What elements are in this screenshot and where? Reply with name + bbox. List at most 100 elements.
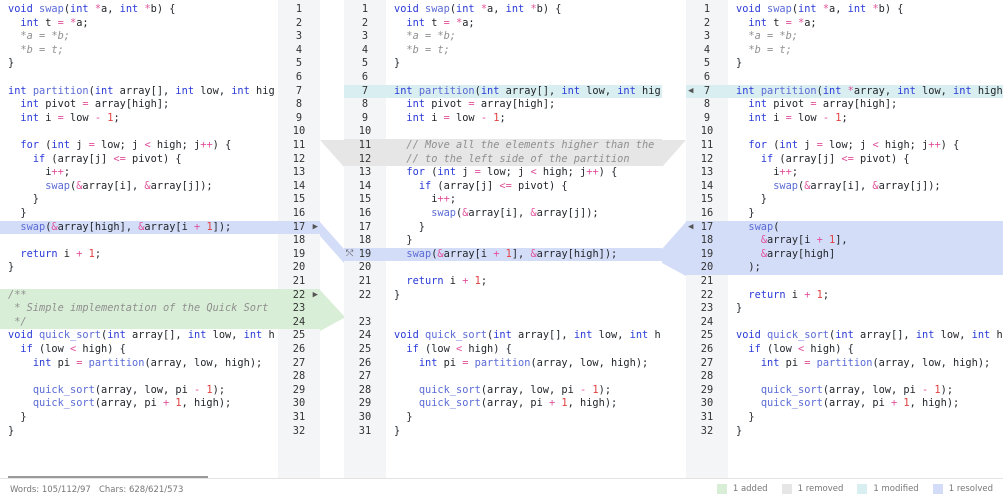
apply-left-arrow-icon[interactable]: ▶ bbox=[313, 290, 318, 300]
right-code-line[interactable]: return i + 1; bbox=[728, 289, 1003, 303]
left-code-line[interactable]: return i + 1; bbox=[0, 248, 278, 262]
left-editor-pane[interactable]: void swap(int *a, int *b) { int t = *a; … bbox=[0, 0, 278, 478]
resolve-conflict-icon[interactable]: ⤲ bbox=[346, 249, 353, 259]
right-code-line[interactable]: void quick_sort(int array[], int low, in… bbox=[728, 329, 1003, 343]
right-code-line[interactable]: } bbox=[728, 425, 1003, 439]
middle-code-line[interactable]: void quick_sort(int array[], int low, in… bbox=[386, 329, 662, 343]
left-code-line[interactable]: if (low < high) { bbox=[0, 343, 278, 357]
middle-code-line[interactable]: } bbox=[386, 289, 662, 303]
right-code-line[interactable] bbox=[728, 125, 1003, 139]
right-code-line[interactable]: ); bbox=[728, 261, 1003, 275]
right-code-line[interactable] bbox=[728, 316, 1003, 330]
middle-code-line[interactable]: // Move all the elements higher than the bbox=[386, 139, 662, 153]
left-code-line[interactable]: swap(&array[i], &array[j]); bbox=[0, 180, 278, 194]
left-code-line[interactable]: int partition(int array[], int low, int … bbox=[0, 85, 278, 99]
middle-code-line[interactable]: void swap(int *a, int *b) { bbox=[386, 3, 662, 17]
middle-code-line[interactable]: int i = low - 1; bbox=[386, 112, 662, 126]
left-code-line[interactable]: } bbox=[0, 411, 278, 425]
right-code-line[interactable]: } bbox=[728, 411, 1003, 425]
right-code-line[interactable] bbox=[728, 370, 1003, 384]
middle-code-line[interactable] bbox=[386, 125, 662, 139]
middle-code-line[interactable]: } bbox=[386, 57, 662, 71]
right-code-line[interactable]: } bbox=[728, 207, 1003, 221]
right-code-line[interactable]: int pi = partition(array, low, high); bbox=[728, 357, 1003, 371]
middle-code-line[interactable] bbox=[386, 71, 662, 85]
right-editor-pane[interactable]: void swap(int *a, int *b) { int t = *a; … bbox=[728, 0, 1003, 478]
left-code-line[interactable]: *a = *b; bbox=[0, 30, 278, 44]
apply-left-arrow-icon[interactable]: ▶ bbox=[313, 222, 318, 232]
left-code-line[interactable]: if (array[j] <= pivot) { bbox=[0, 153, 278, 167]
right-code-line[interactable]: int partition(int *array, int low, int h… bbox=[728, 84, 1003, 99]
left-code-line[interactable]: for (int j = low; j < high; j++) { bbox=[0, 139, 278, 153]
left-code-line[interactable] bbox=[0, 275, 278, 289]
middle-code-line[interactable]: quick_sort(array, low, pi - 1); bbox=[386, 384, 662, 398]
right-code-line[interactable]: } bbox=[728, 302, 1003, 316]
middle-code-line[interactable]: } bbox=[386, 425, 662, 439]
left-code-line[interactable]: void quick_sort(int array[], int low, in… bbox=[0, 329, 278, 343]
right-code-line[interactable]: int i = low - 1; bbox=[728, 112, 1003, 126]
right-code-line[interactable]: for (int j = low; j < high; j++) { bbox=[728, 139, 1003, 153]
right-code-line[interactable]: } bbox=[728, 193, 1003, 207]
left-code-line[interactable] bbox=[0, 71, 278, 85]
right-code-line[interactable] bbox=[728, 275, 1003, 289]
middle-code-line[interactable] bbox=[386, 370, 662, 384]
middle-code-line[interactable]: return i + 1; bbox=[386, 275, 662, 289]
right-code-line[interactable]: swap( bbox=[728, 220, 1003, 235]
right-code-line[interactable]: int t = *a; bbox=[728, 17, 1003, 31]
left-code-line[interactable]: int pivot = array[high]; bbox=[0, 98, 278, 112]
left-code-line[interactable]: * Simple implementation of the Quick Sor… bbox=[0, 302, 278, 316]
apply-right-arrow-icon[interactable]: ◀ bbox=[688, 86, 693, 96]
left-code-line[interactable] bbox=[0, 370, 278, 384]
right-code-line[interactable]: quick_sort(array, low, pi - 1); bbox=[728, 384, 1003, 398]
left-code-line[interactable]: } bbox=[0, 425, 278, 439]
middle-code-line[interactable]: int partition(int array[], int low, int … bbox=[386, 84, 662, 99]
right-code-line[interactable]: int pivot = array[high]; bbox=[728, 98, 1003, 112]
middle-editor-pane[interactable]: void swap(int *a, int *b) { int t = *a; … bbox=[386, 0, 662, 478]
middle-code-line[interactable]: quick_sort(array, pi + 1, high); bbox=[386, 397, 662, 411]
middle-code-line[interactable]: int pivot = array[high]; bbox=[386, 98, 662, 112]
left-code-line[interactable]: } bbox=[0, 193, 278, 207]
middle-code-line[interactable]: *a = *b; bbox=[386, 30, 662, 44]
left-code-line[interactable]: int i = low - 1; bbox=[0, 112, 278, 126]
left-code-line[interactable]: */ bbox=[0, 315, 278, 330]
right-code-line[interactable]: *a = *b; bbox=[728, 30, 1003, 44]
right-code-line[interactable]: quick_sort(array, pi + 1, high); bbox=[728, 397, 1003, 411]
middle-code-line[interactable]: if (low < high) { bbox=[386, 343, 662, 357]
middle-code-line[interactable]: swap(&array[i], &array[j]); bbox=[386, 207, 662, 221]
right-code-line[interactable]: *b = t; bbox=[728, 44, 1003, 58]
left-code-line[interactable]: void swap(int *a, int *b) { bbox=[0, 3, 278, 17]
left-code-line[interactable]: int t = *a; bbox=[0, 17, 278, 31]
right-code-line[interactable]: swap(&array[i], &array[j]); bbox=[728, 180, 1003, 194]
left-code-line[interactable] bbox=[0, 125, 278, 139]
right-code-line[interactable]: i++; bbox=[728, 166, 1003, 180]
middle-code-line[interactable]: } bbox=[386, 221, 662, 235]
left-code-line[interactable]: } bbox=[0, 57, 278, 71]
right-code-line[interactable]: &array[high] bbox=[728, 247, 1003, 262]
right-code-line[interactable] bbox=[728, 71, 1003, 85]
right-code-line[interactable]: if (array[j] <= pivot) { bbox=[728, 153, 1003, 167]
right-code-line[interactable]: void swap(int *a, int *b) { bbox=[728, 3, 1003, 17]
left-code-line[interactable]: quick_sort(array, pi + 1, high); bbox=[0, 397, 278, 411]
left-code-line[interactable]: swap(&array[high], &array[i + 1]); bbox=[0, 220, 278, 235]
left-code-line[interactable]: quick_sort(array, low, pi - 1); bbox=[0, 384, 278, 398]
left-code-line[interactable]: *b = t; bbox=[0, 44, 278, 58]
middle-code-line[interactable]: i++; bbox=[386, 193, 662, 207]
middle-code-line[interactable]: int pi = partition(array, low, high); bbox=[386, 357, 662, 371]
middle-code-line[interactable]: swap(&array[i + 1], &array[high]); bbox=[386, 247, 662, 262]
middle-code-line[interactable] bbox=[386, 316, 662, 330]
middle-code-line[interactable]: } bbox=[386, 234, 662, 248]
middle-code-line[interactable]: for (int j = low; j < high; j++) { bbox=[386, 166, 662, 180]
right-code-line[interactable]: &array[i + 1], bbox=[728, 234, 1003, 248]
left-code-line[interactable]: } bbox=[0, 207, 278, 221]
left-code-line[interactable]: i++; bbox=[0, 166, 278, 180]
right-code-line[interactable]: } bbox=[728, 57, 1003, 71]
left-code-line[interactable]: int pi = partition(array, low, high); bbox=[0, 357, 278, 371]
middle-code-line[interactable] bbox=[386, 261, 662, 275]
right-code-line[interactable]: if (low < high) { bbox=[728, 343, 1003, 357]
middle-code-line[interactable]: if (array[j] <= pivot) { bbox=[386, 180, 662, 194]
middle-code-line[interactable]: *b = t; bbox=[386, 44, 662, 58]
apply-right-arrow-icon[interactable]: ◀ bbox=[688, 222, 693, 232]
left-code-line[interactable]: /** bbox=[0, 288, 278, 303]
left-code-line[interactable]: } bbox=[0, 261, 278, 275]
middle-code-line[interactable]: // to the left side of the partition bbox=[386, 152, 662, 167]
